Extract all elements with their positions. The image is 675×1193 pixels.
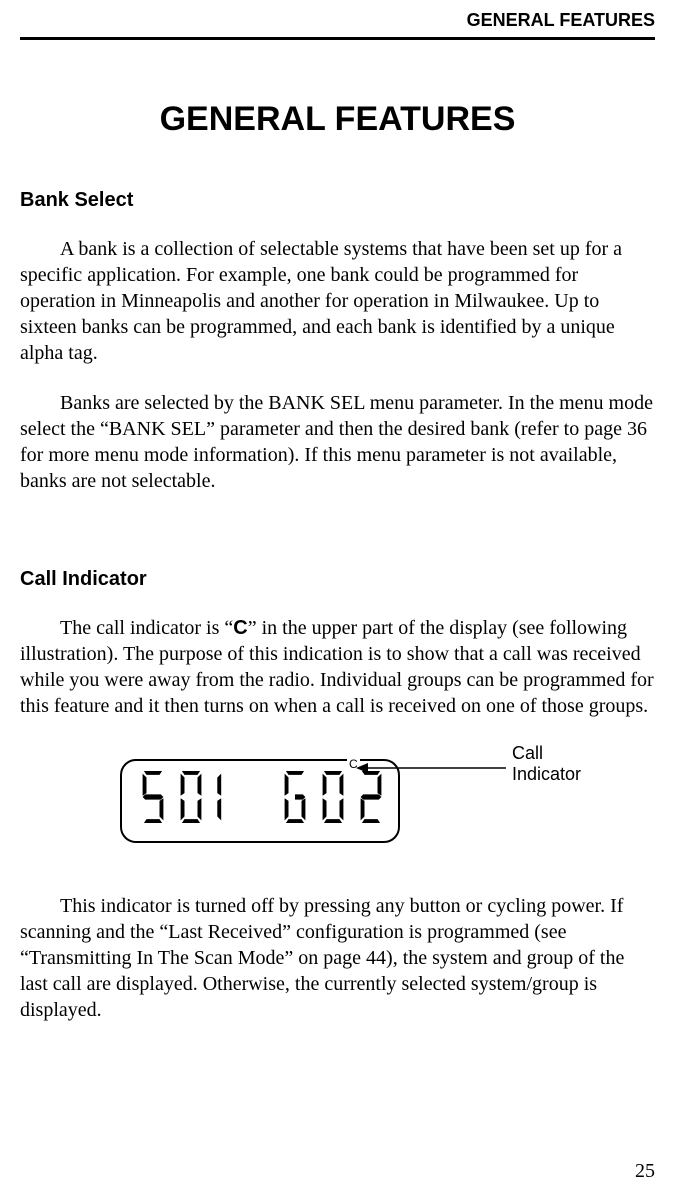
- callout-label: Call Indicator: [512, 743, 581, 784]
- chapter-title: GENERAL FEATURES: [20, 100, 655, 139]
- seg-char-2: [354, 771, 388, 823]
- seg-char-0b: [316, 771, 350, 823]
- callout-line2: Indicator: [512, 764, 581, 784]
- header-rule: [20, 37, 655, 40]
- seg-char-0: [174, 771, 208, 823]
- call-indicator-para-2: This indicator is turned off by pressing…: [20, 893, 655, 1023]
- call-indicator-figure: C Call Indicator: [20, 743, 655, 863]
- ci-p1-pre: The call indicator is “: [60, 617, 233, 639]
- heading-bank-select: Bank Select: [20, 189, 655, 212]
- ci-p1-bold-c: C: [233, 617, 247, 639]
- seg-char-1: [212, 771, 246, 823]
- heading-call-indicator: Call Indicator: [20, 568, 655, 591]
- seg-char-g: [278, 771, 312, 823]
- running-header: GENERAL FEATURES: [20, 10, 655, 37]
- callout-arrow: [356, 761, 506, 775]
- callout-line1: Call: [512, 743, 543, 763]
- bank-select-para-2: Banks are selected by the BANK SEL menu …: [20, 390, 655, 494]
- bank-select-para-1: A bank is a collection of selectable sys…: [20, 236, 655, 366]
- page-number: 25: [635, 1160, 655, 1183]
- seg-char-s: [136, 771, 170, 823]
- call-indicator-para-1: The call indicator is “C” in the upper p…: [20, 615, 655, 719]
